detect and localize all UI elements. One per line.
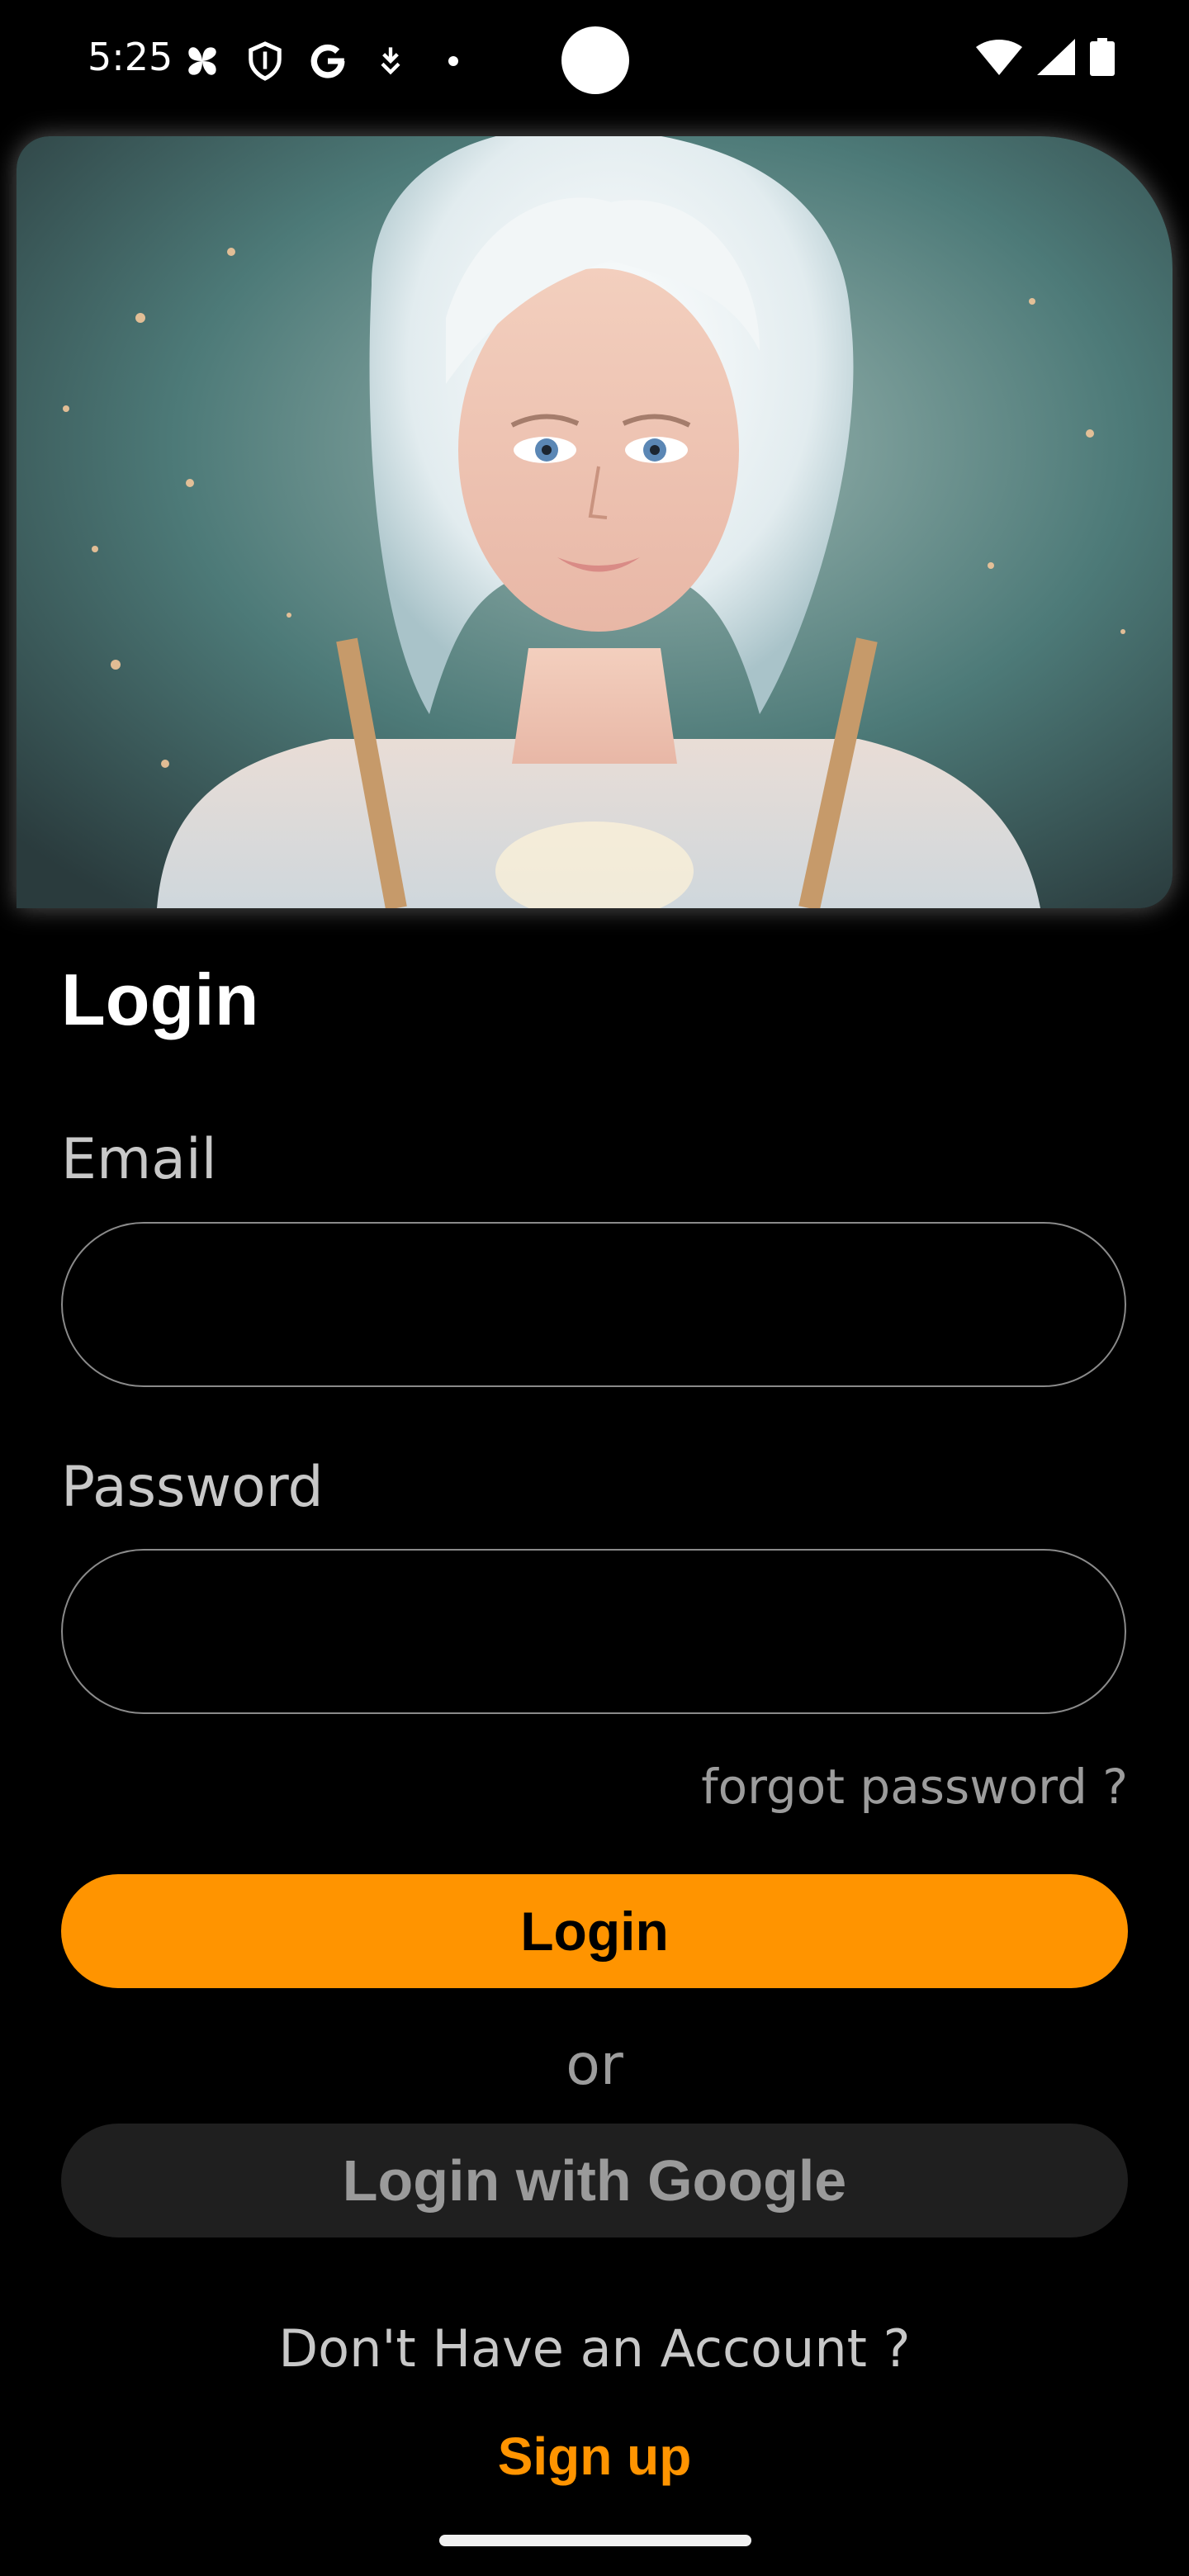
- system-icons: [976, 38, 1115, 80]
- status-time: 5:25: [88, 35, 173, 79]
- camera-cutout: [561, 26, 629, 94]
- notification-icons: [180, 36, 476, 86]
- email-field[interactable]: [61, 1222, 1126, 1387]
- pinwheel-icon: [180, 39, 225, 83]
- dot-icon: [431, 39, 476, 83]
- email-label: Email: [61, 1127, 217, 1192]
- status-bar: 5:25: [0, 0, 1189, 124]
- password-field[interactable]: [61, 1549, 1126, 1714]
- home-indicator[interactable]: [439, 2535, 751, 2546]
- page-title: Login: [61, 959, 259, 1040]
- wifi-icon: [976, 39, 1022, 79]
- or-separator: or: [566, 2033, 623, 2098]
- sign-up-link[interactable]: Sign up: [0, 2426, 1189, 2487]
- login-screen: 5:25 Login Email Password forgot passwor…: [0, 0, 1189, 2576]
- login-with-google-button[interactable]: Login with Google: [61, 2124, 1128, 2237]
- no-account-text: Don't Have an Account ?: [278, 2318, 911, 2379]
- login-button[interactable]: Login: [61, 1874, 1128, 1988]
- hero-image: [17, 136, 1172, 908]
- google-g-icon: [306, 39, 350, 83]
- download-icon: [368, 39, 413, 83]
- forgot-password-link[interactable]: forgot password ?: [701, 1759, 1128, 1815]
- shield-icon: [243, 39, 287, 83]
- password-label: Password: [61, 1455, 324, 1520]
- signal-icon: [1037, 39, 1075, 79]
- battery-icon: [1090, 38, 1115, 80]
